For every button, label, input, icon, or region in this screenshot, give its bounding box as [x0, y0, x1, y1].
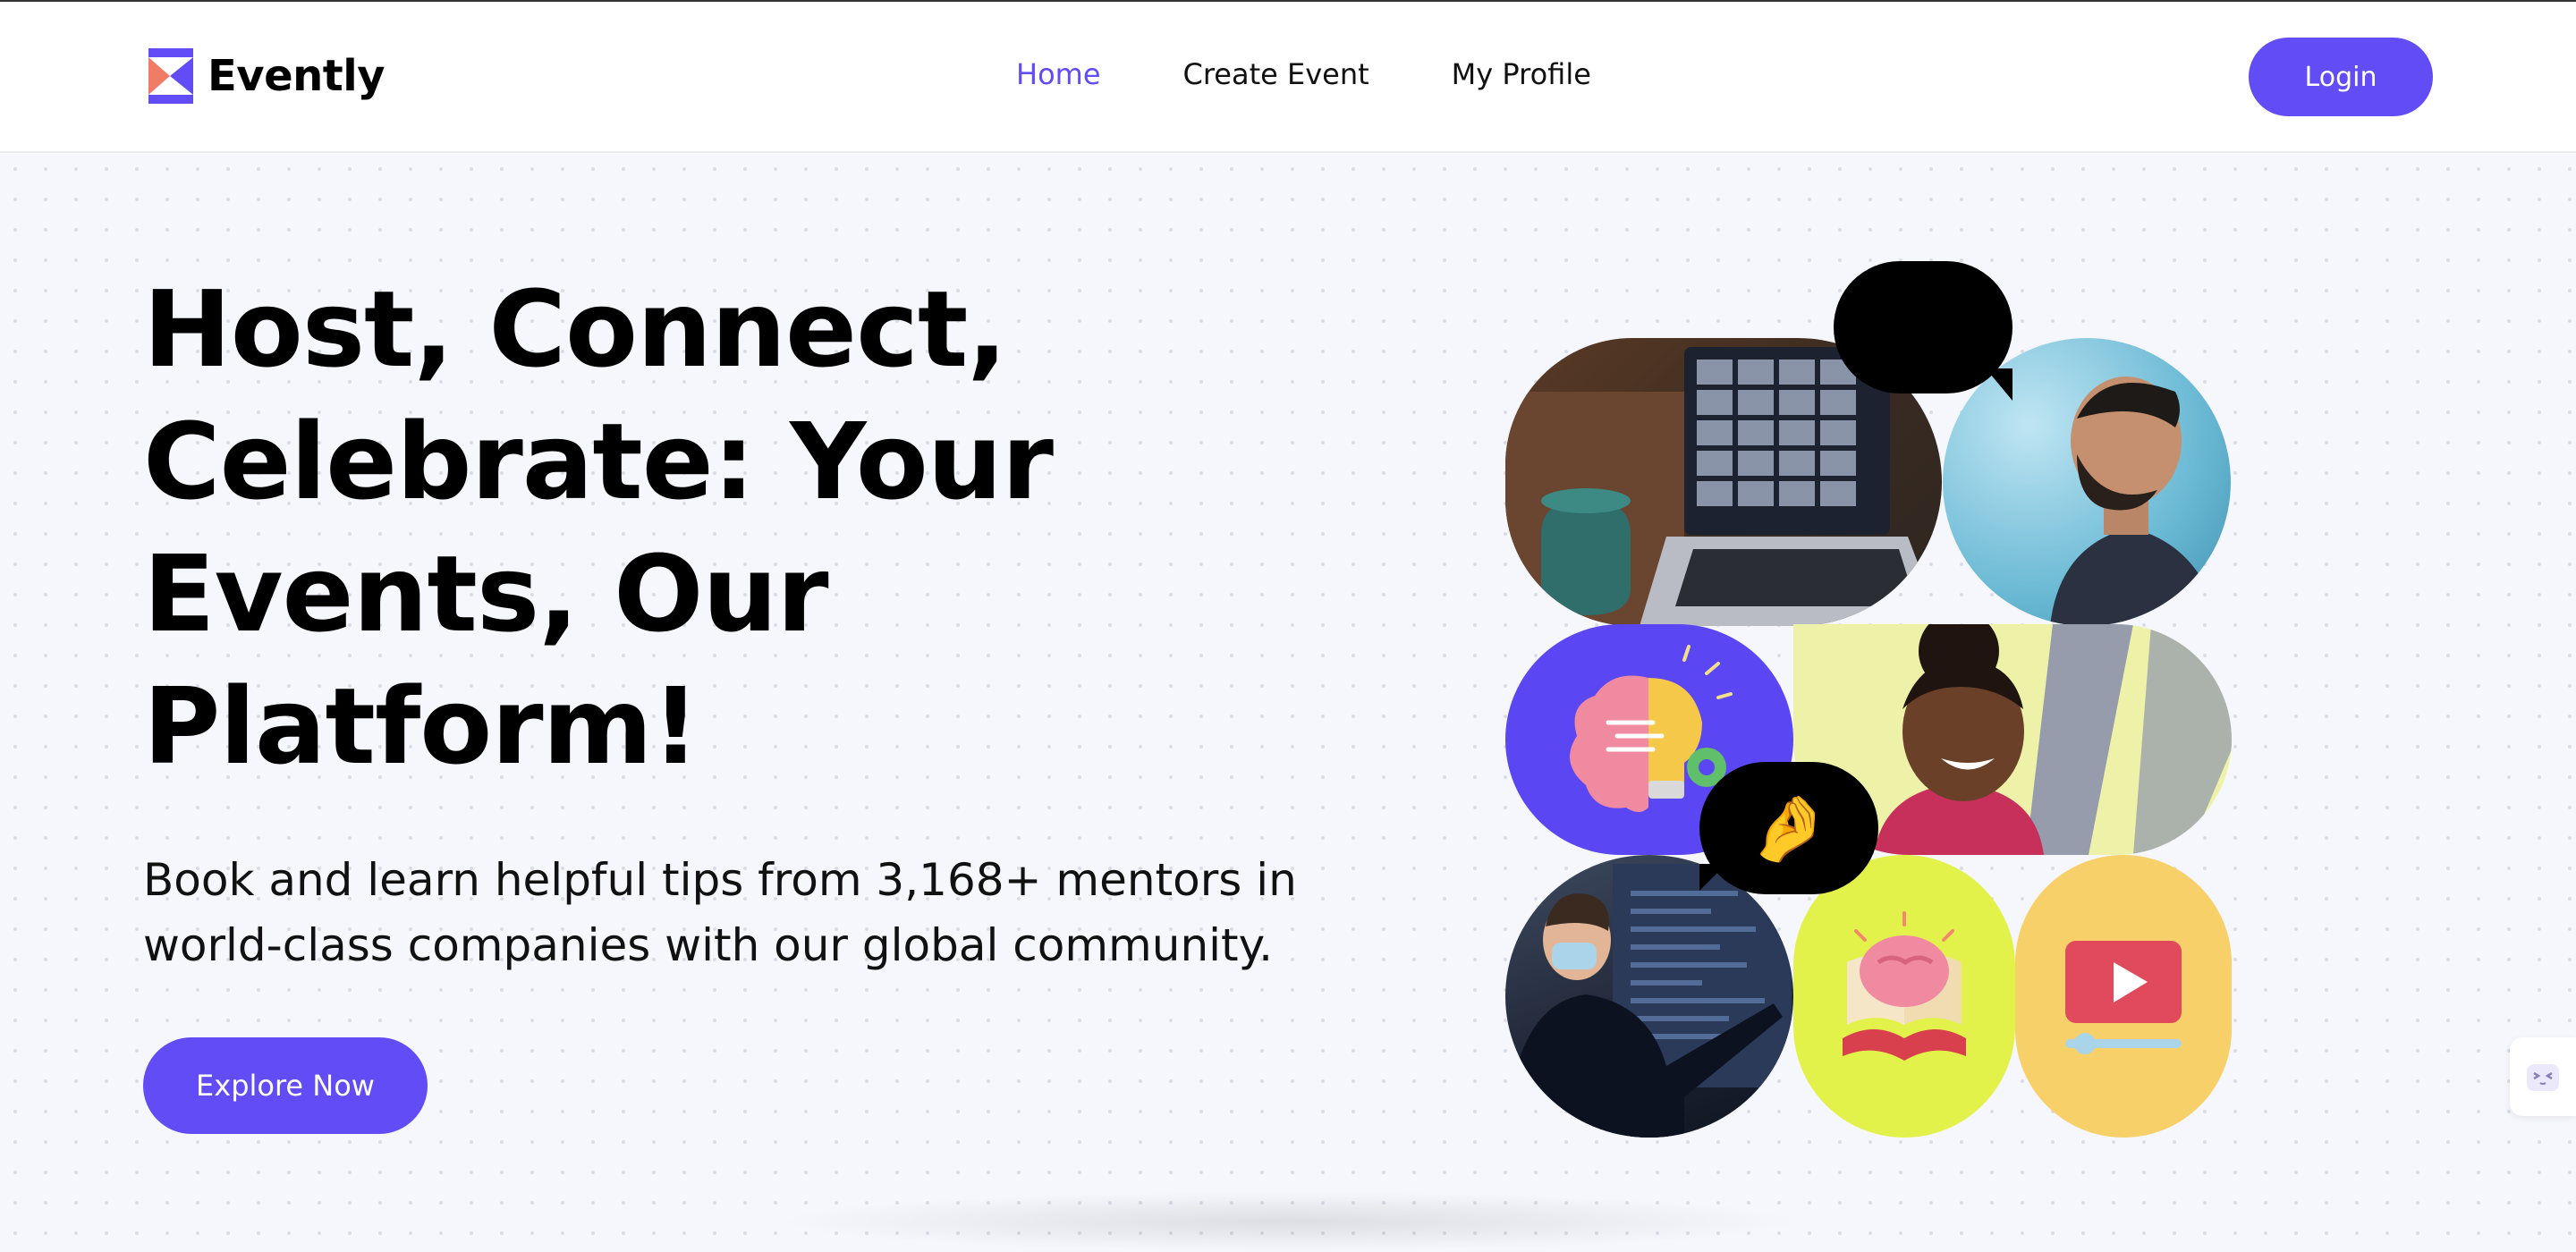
hero-section: Host, Connect, Celebrate: Your Events, O…	[0, 154, 2576, 1252]
hero-headline: Host, Connect, Celebrate: Your Events, O…	[143, 267, 1054, 788]
login-button[interactable]: Login	[2249, 38, 2433, 116]
presenter-illustration	[1505, 864, 1792, 1138]
love-emoji-bubble: 😍	[1834, 261, 2012, 401]
pinch-emoji-bubble: 🤌	[1699, 762, 1878, 894]
site-header: Evently Home Create Event My Profile Log…	[0, 2, 2576, 153]
presenter-image	[1505, 855, 1793, 1138]
explore-now-button[interactable]: Explore Now	[143, 1037, 428, 1134]
book-brain-icon	[1843, 911, 1966, 1061]
video-player-tile	[2015, 855, 2232, 1138]
pinched-fingers-icon: 🤌	[1749, 791, 1829, 866]
play-video-icon	[2065, 941, 2182, 1054]
section-divider-shadow	[769, 1191, 1807, 1252]
book-brain-tile	[1793, 855, 2015, 1138]
nav-my-profile[interactable]: My Profile	[1452, 57, 1591, 91]
main-nav: Home Create Event My Profile	[1016, 57, 1674, 91]
nav-home[interactable]: Home	[1016, 57, 1101, 91]
heart-eyes-icon: 😍	[1889, 290, 1957, 365]
assistant-widget-button[interactable]	[2510, 1037, 2576, 1116]
brand-logo[interactable]: Evently	[143, 48, 386, 104]
nav-create-event[interactable]: Create Event	[1183, 57, 1369, 91]
evently-logo-icon	[148, 48, 193, 104]
assistant-face-icon	[2527, 1064, 2559, 1091]
brand-name: Evently	[208, 51, 386, 101]
hero-subtitle: Book and learn helpful tips from 3,168+ …	[143, 854, 1297, 971]
